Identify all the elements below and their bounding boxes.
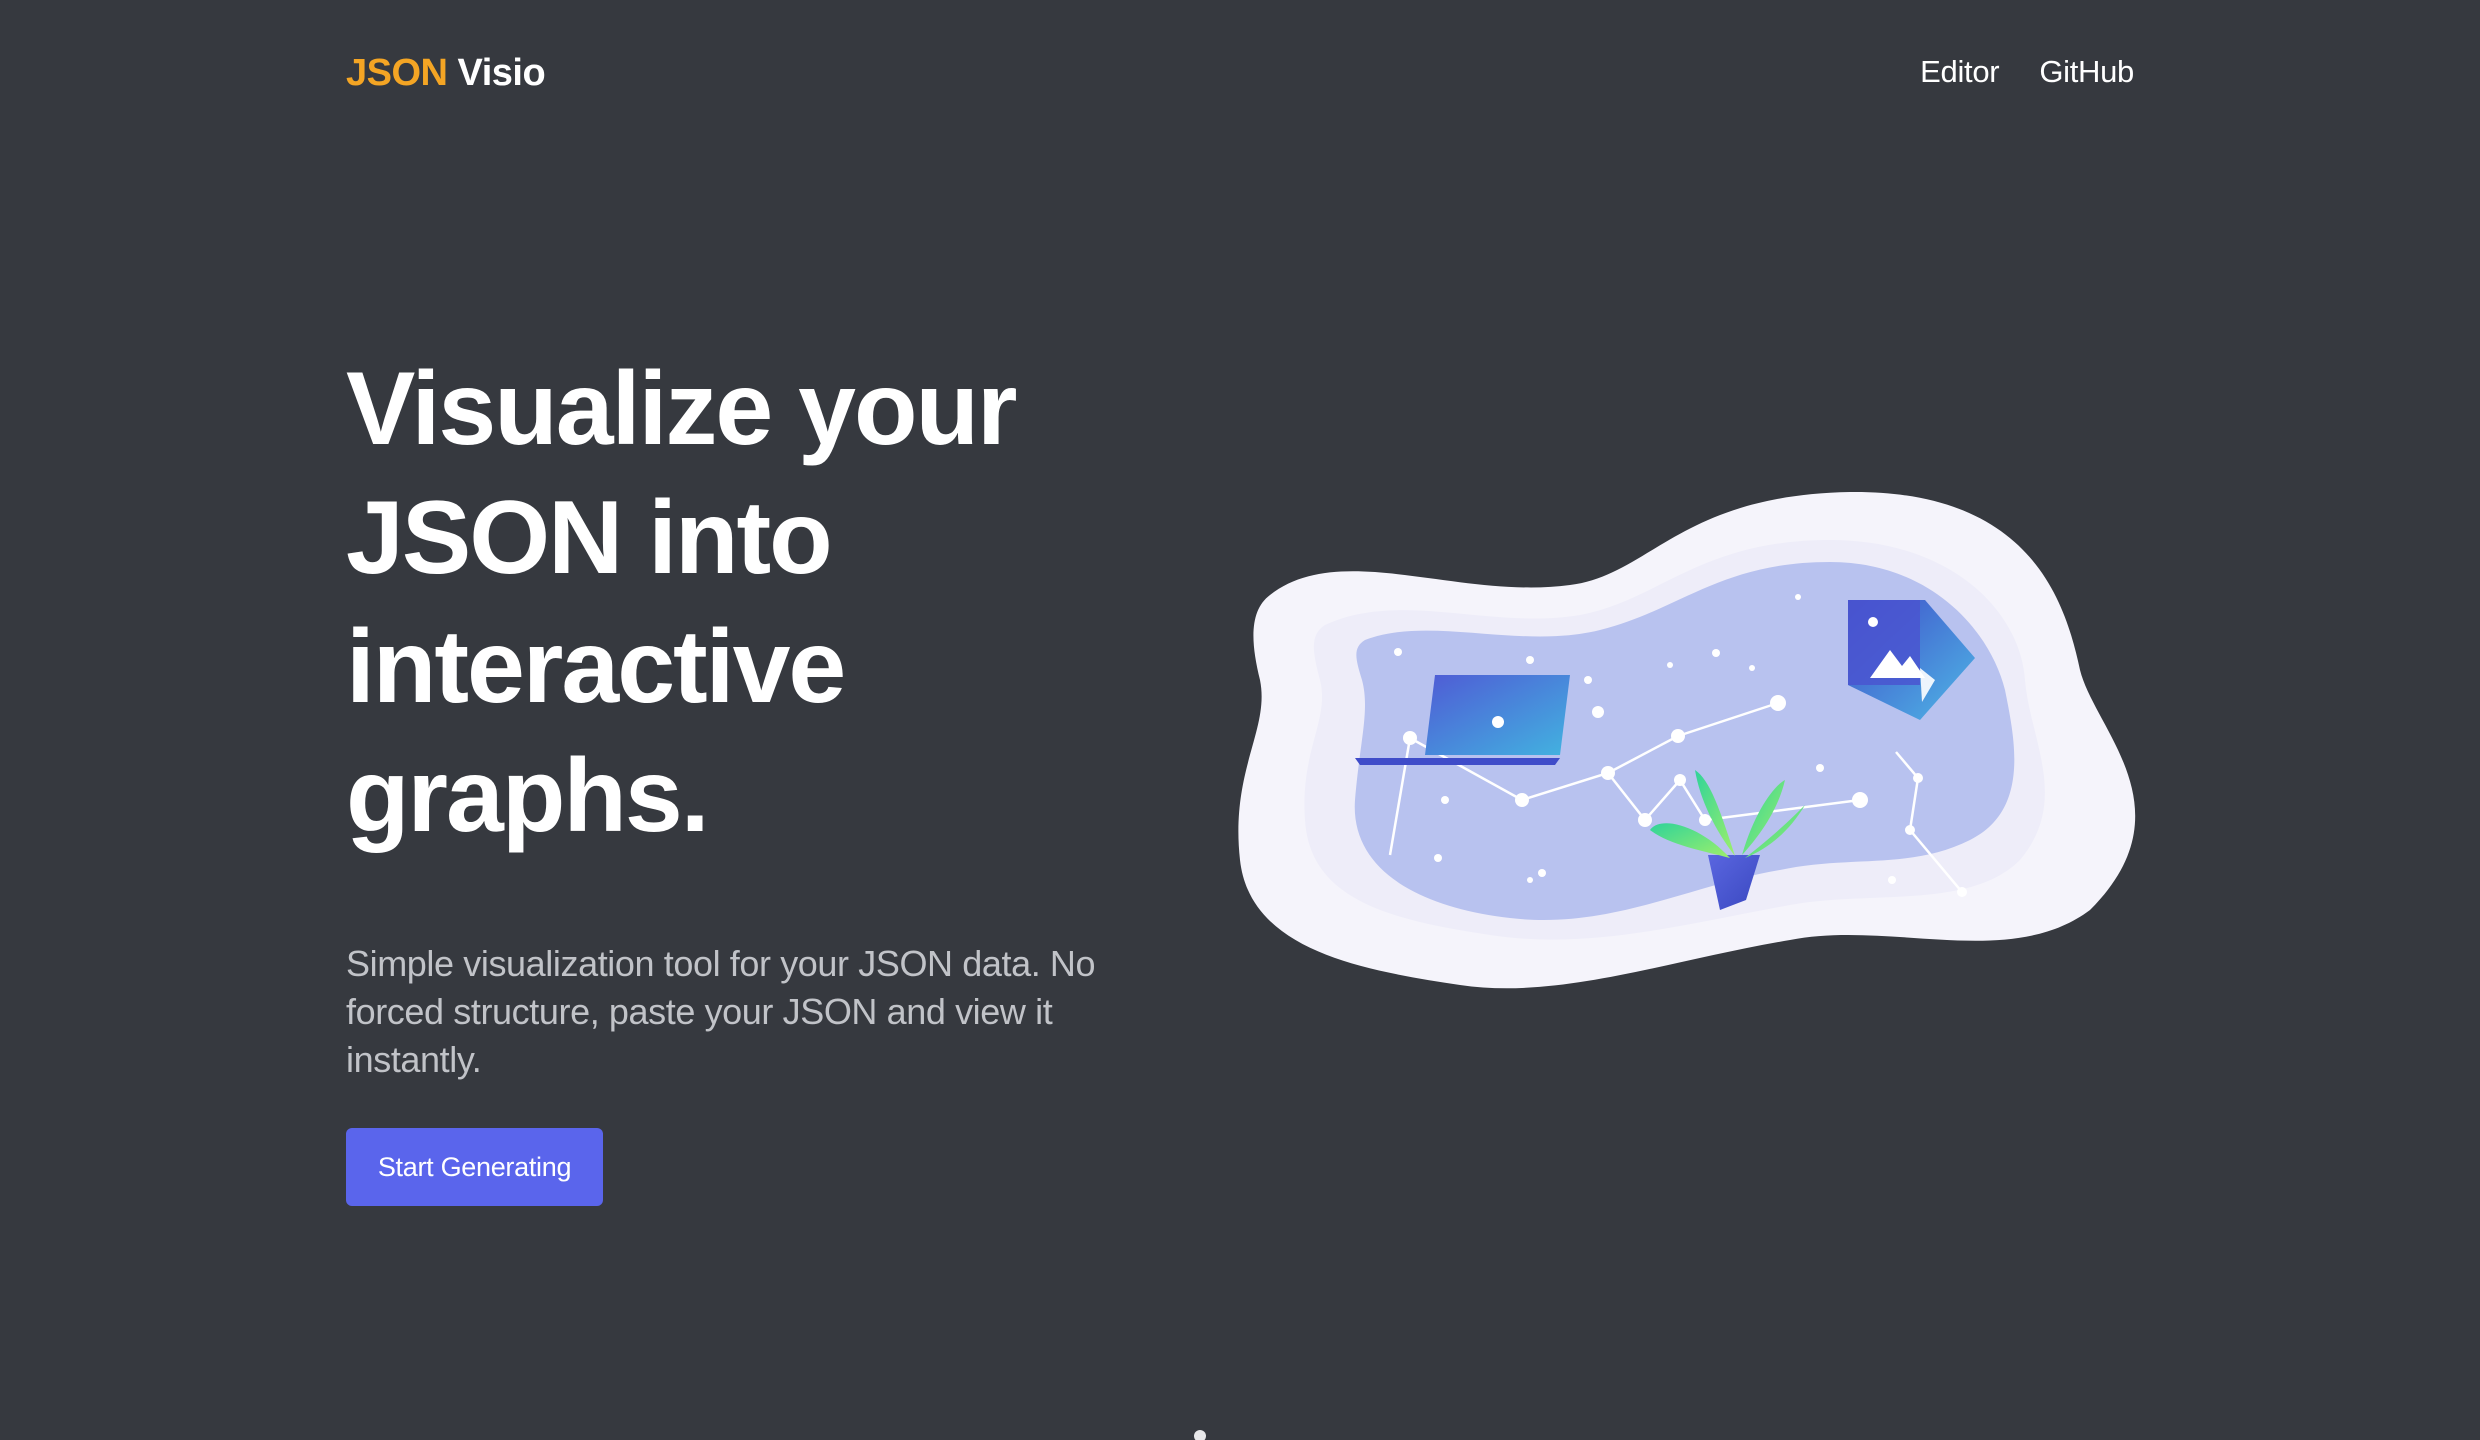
nav-links: Editor GitHub bbox=[1920, 54, 2134, 90]
start-generating-button[interactable]: Start Generating bbox=[346, 1128, 603, 1206]
brand-logo[interactable]: JSON Visio bbox=[346, 52, 546, 95]
nav-link-github[interactable]: GitHub bbox=[2039, 54, 2134, 90]
brand-logo-accent: JSON bbox=[346, 52, 448, 94]
navbar: JSON Visio Editor GitHub bbox=[346, 48, 2134, 108]
hero-title: Visualize your JSON into interactive gra… bbox=[346, 351, 1017, 854]
brand-logo-main: Visio bbox=[457, 52, 546, 94]
graph-network-illustration bbox=[1230, 480, 2150, 1010]
scroll-indicator-dot bbox=[1194, 1430, 1206, 1440]
nav-link-editor[interactable]: Editor bbox=[1920, 54, 1999, 90]
hero-subtitle: Simple visualization tool for your JSON … bbox=[346, 943, 1096, 1080]
